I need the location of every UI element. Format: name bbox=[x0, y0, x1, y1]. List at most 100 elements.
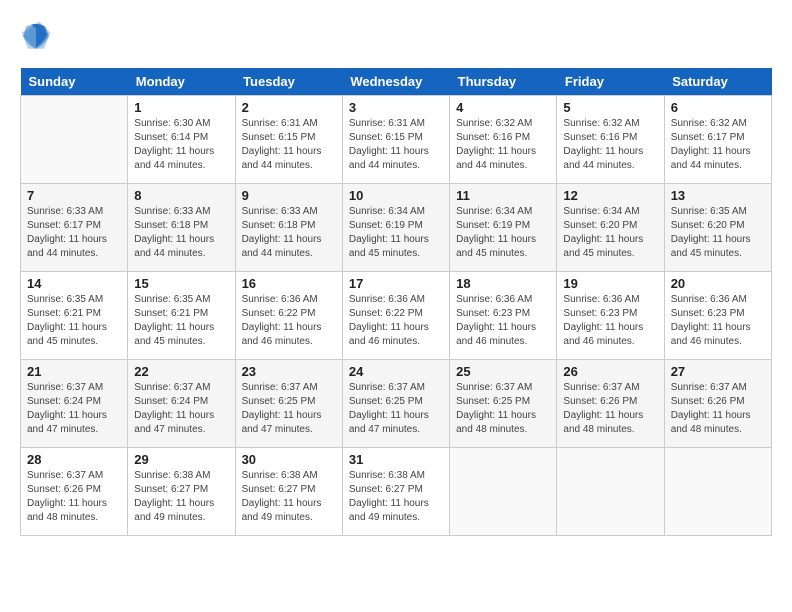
page-header bbox=[20, 20, 772, 52]
day-info: Sunrise: 6:36 AM Sunset: 6:23 PM Dayligh… bbox=[456, 293, 550, 349]
day-info: Sunrise: 6:32 AM Sunset: 6:16 PM Dayligh… bbox=[456, 117, 550, 173]
calendar-cell: 27Sunrise: 6:37 AM Sunset: 6:26 PM Dayli… bbox=[664, 360, 771, 448]
day-number: 22 bbox=[134, 364, 228, 379]
day-number: 31 bbox=[349, 452, 443, 467]
calendar-cell: 30 Sunrise: 6:38 AM Sunset: 6:27 PM Dayli… bbox=[235, 448, 342, 536]
calendar-cell: 21Sunrise: 6:37 AM Sunset: 6:24 PM Dayli… bbox=[21, 360, 128, 448]
day-info: Sunrise: 6:36 AM Sunset: 6:23 PM Dayligh… bbox=[671, 293, 765, 349]
calendar-cell: 4 Sunrise: 6:32 AM Sunset: 6:16 PM Daylig… bbox=[450, 96, 557, 184]
logo bbox=[20, 20, 56, 52]
calendar-cell: 25 Sunrise: 6:37 AM Sunset: 6:25 PM Dayli… bbox=[450, 360, 557, 448]
day-info: Sunrise: 6:30 AM Sunset: 6:14 PM Dayligh… bbox=[134, 117, 228, 173]
day-info: Sunrise: 6:36 AM Sunset: 6:23 PM Dayligh… bbox=[563, 293, 657, 349]
day-number: 30 bbox=[242, 452, 336, 467]
calendar-cell: 23Sunrise: 6:37 AM Sunset: 6:25 PM Dayli… bbox=[235, 360, 342, 448]
day-number: 28 bbox=[27, 452, 121, 467]
calendar-cell: 22 Sunrise: 6:37 AM Sunset: 6:24 PM Dayli… bbox=[128, 360, 235, 448]
day-info: Sunrise: 6:37 AM Sunset: 6:25 PM Dayligh… bbox=[349, 381, 443, 437]
day-number: 11 bbox=[456, 188, 550, 203]
day-info: Sunrise: 6:38 AM Sunset: 6:27 PM Dayligh… bbox=[349, 469, 443, 525]
day-info: Sunrise: 6:33 AM Sunset: 6:18 PM Dayligh… bbox=[134, 205, 228, 261]
day-info: Sunrise: 6:38 AM Sunset: 6:27 PM Dayligh… bbox=[242, 469, 336, 525]
calendar-cell: 12 Sunrise: 6:34 AM Sunset: 6:20 PM Dayli… bbox=[557, 184, 664, 272]
calendar-cell: 1 Sunrise: 6:30 AM Sunset: 6:14 PM Daylig… bbox=[128, 96, 235, 184]
day-number: 23 bbox=[242, 364, 336, 379]
day-number: 25 bbox=[456, 364, 550, 379]
day-header-monday: Monday bbox=[128, 68, 235, 96]
day-header-tuesday: Tuesday bbox=[235, 68, 342, 96]
day-info: Sunrise: 6:35 AM Sunset: 6:20 PM Dayligh… bbox=[671, 205, 765, 261]
calendar-cell: 9 Sunrise: 6:33 AM Sunset: 6:18 PM Daylig… bbox=[235, 184, 342, 272]
calendar-cell bbox=[21, 96, 128, 184]
day-number: 9 bbox=[242, 188, 336, 203]
day-number: 20 bbox=[671, 276, 765, 291]
day-number: 10 bbox=[349, 188, 443, 203]
calendar-week-row: 7Sunrise: 6:33 AM Sunset: 6:17 PM Daylig… bbox=[21, 184, 772, 272]
calendar-week-row: 28 Sunrise: 6:37 AM Sunset: 6:26 PM Dayli… bbox=[21, 448, 772, 536]
day-number: 24 bbox=[349, 364, 443, 379]
day-info: Sunrise: 6:34 AM Sunset: 6:19 PM Dayligh… bbox=[349, 205, 443, 261]
day-info: Sunrise: 6:32 AM Sunset: 6:17 PM Dayligh… bbox=[671, 117, 765, 173]
calendar-cell: 5Sunrise: 6:32 AM Sunset: 6:16 PM Daylig… bbox=[557, 96, 664, 184]
day-number: 4 bbox=[456, 100, 550, 115]
calendar-cell: 10 Sunrise: 6:34 AM Sunset: 6:19 PM Dayli… bbox=[342, 184, 449, 272]
day-info: Sunrise: 6:36 AM Sunset: 6:22 PM Dayligh… bbox=[349, 293, 443, 349]
day-header-wednesday: Wednesday bbox=[342, 68, 449, 96]
day-info: Sunrise: 6:34 AM Sunset: 6:19 PM Dayligh… bbox=[456, 205, 550, 261]
day-number: 18 bbox=[456, 276, 550, 291]
calendar-week-row: 21Sunrise: 6:37 AM Sunset: 6:24 PM Dayli… bbox=[21, 360, 772, 448]
day-info: Sunrise: 6:36 AM Sunset: 6:22 PM Dayligh… bbox=[242, 293, 336, 349]
calendar-cell: 16 Sunrise: 6:36 AM Sunset: 6:22 PM Dayli… bbox=[235, 272, 342, 360]
calendar-cell: 8 Sunrise: 6:33 AM Sunset: 6:18 PM Daylig… bbox=[128, 184, 235, 272]
calendar-week-row: 14 Sunrise: 6:35 AM Sunset: 6:21 PM Dayli… bbox=[21, 272, 772, 360]
day-info: Sunrise: 6:37 AM Sunset: 6:26 PM Dayligh… bbox=[563, 381, 657, 437]
calendar-cell bbox=[450, 448, 557, 536]
day-header-friday: Friday bbox=[557, 68, 664, 96]
calendar-cell: 15 Sunrise: 6:35 AM Sunset: 6:21 PM Dayli… bbox=[128, 272, 235, 360]
calendar-cell: 28 Sunrise: 6:37 AM Sunset: 6:26 PM Dayli… bbox=[21, 448, 128, 536]
day-info: Sunrise: 6:38 AM Sunset: 6:27 PM Dayligh… bbox=[134, 469, 228, 525]
calendar-cell: 13 Sunrise: 6:35 AM Sunset: 6:20 PM Dayli… bbox=[664, 184, 771, 272]
calendar-cell: 19 Sunrise: 6:36 AM Sunset: 6:23 PM Dayli… bbox=[557, 272, 664, 360]
calendar-header-row: SundayMondayTuesdayWednesdayThursdayFrid… bbox=[21, 68, 772, 96]
calendar-cell: 26Sunrise: 6:37 AM Sunset: 6:26 PM Dayli… bbox=[557, 360, 664, 448]
calendar-cell: 24 Sunrise: 6:37 AM Sunset: 6:25 PM Dayli… bbox=[342, 360, 449, 448]
day-number: 27 bbox=[671, 364, 765, 379]
calendar-cell: 18 Sunrise: 6:36 AM Sunset: 6:23 PM Dayli… bbox=[450, 272, 557, 360]
day-info: Sunrise: 6:31 AM Sunset: 6:15 PM Dayligh… bbox=[242, 117, 336, 173]
day-number: 3 bbox=[349, 100, 443, 115]
day-info: Sunrise: 6:33 AM Sunset: 6:18 PM Dayligh… bbox=[242, 205, 336, 261]
calendar-cell: 29Sunrise: 6:38 AM Sunset: 6:27 PM Dayli… bbox=[128, 448, 235, 536]
calendar-cell bbox=[557, 448, 664, 536]
day-header-sunday: Sunday bbox=[21, 68, 128, 96]
day-number: 15 bbox=[134, 276, 228, 291]
day-info: Sunrise: 6:33 AM Sunset: 6:17 PM Dayligh… bbox=[27, 205, 121, 261]
day-header-saturday: Saturday bbox=[664, 68, 771, 96]
calendar-table: SundayMondayTuesdayWednesdayThursdayFrid… bbox=[20, 68, 772, 536]
day-info: Sunrise: 6:35 AM Sunset: 6:21 PM Dayligh… bbox=[134, 293, 228, 349]
logo-icon bbox=[20, 20, 52, 52]
day-number: 14 bbox=[27, 276, 121, 291]
day-number: 1 bbox=[134, 100, 228, 115]
calendar-cell: 7Sunrise: 6:33 AM Sunset: 6:17 PM Daylig… bbox=[21, 184, 128, 272]
day-info: Sunrise: 6:37 AM Sunset: 6:26 PM Dayligh… bbox=[27, 469, 121, 525]
calendar-cell: 2 Sunrise: 6:31 AM Sunset: 6:15 PM Daylig… bbox=[235, 96, 342, 184]
day-info: Sunrise: 6:35 AM Sunset: 6:21 PM Dayligh… bbox=[27, 293, 121, 349]
calendar-cell: 3Sunrise: 6:31 AM Sunset: 6:15 PM Daylig… bbox=[342, 96, 449, 184]
day-number: 13 bbox=[671, 188, 765, 203]
day-info: Sunrise: 6:37 AM Sunset: 6:24 PM Dayligh… bbox=[134, 381, 228, 437]
calendar-cell bbox=[664, 448, 771, 536]
calendar-cell: 11 Sunrise: 6:34 AM Sunset: 6:19 PM Dayli… bbox=[450, 184, 557, 272]
calendar-cell: 17 Sunrise: 6:36 AM Sunset: 6:22 PM Dayli… bbox=[342, 272, 449, 360]
day-info: Sunrise: 6:37 AM Sunset: 6:25 PM Dayligh… bbox=[456, 381, 550, 437]
day-number: 12 bbox=[563, 188, 657, 203]
calendar-cell: 14 Sunrise: 6:35 AM Sunset: 6:21 PM Dayli… bbox=[21, 272, 128, 360]
day-number: 6 bbox=[671, 100, 765, 115]
day-number: 2 bbox=[242, 100, 336, 115]
day-number: 5 bbox=[563, 100, 657, 115]
day-info: Sunrise: 6:34 AM Sunset: 6:20 PM Dayligh… bbox=[563, 205, 657, 261]
day-number: 8 bbox=[134, 188, 228, 203]
day-number: 17 bbox=[349, 276, 443, 291]
day-number: 19 bbox=[563, 276, 657, 291]
day-number: 16 bbox=[242, 276, 336, 291]
